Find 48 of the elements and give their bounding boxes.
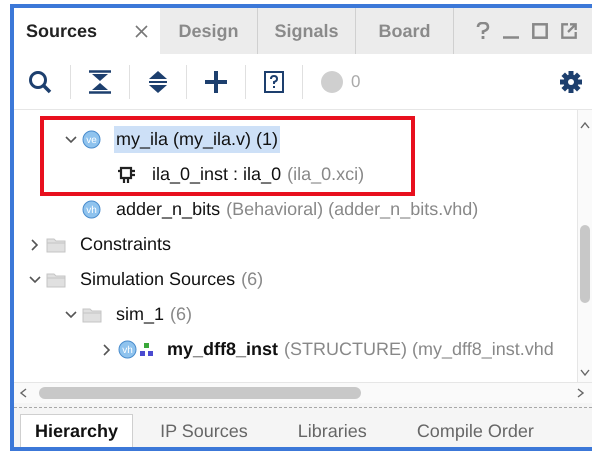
folder-icon [46, 236, 66, 252]
tree-item[interactable]: sim_1 [114, 301, 166, 328]
scroll-right-icon[interactable] [577, 388, 584, 398]
tab[interactable]: Libraries [282, 414, 382, 447]
scrollbar-thumb[interactable] [39, 387, 361, 399]
document-question-icon[interactable] [264, 70, 284, 92]
add-icon[interactable] [205, 70, 227, 92]
tab[interactable]: Compile Order [402, 414, 549, 447]
tree-item[interactable]: adder_n_bits [114, 196, 222, 223]
expand-all-icon[interactable] [148, 70, 168, 92]
source-file-icon: vh [82, 200, 101, 219]
source-file-icon: ve [82, 130, 101, 149]
message-count: 0 [351, 72, 360, 92]
search-icon[interactable] [28, 70, 52, 94]
chip-icon [118, 166, 136, 184]
tree-item[interactable]: Constraints [78, 231, 174, 258]
vhdl-file-icon: vh [118, 340, 137, 359]
tree-item[interactable]: my_dff8_inst [165, 336, 280, 363]
tab[interactable]: Sources [14, 8, 160, 54]
tree-item[interactable]: my_ila (my_ila.v) (1) [114, 126, 280, 153]
chevron-down-icon[interactable] [65, 136, 77, 144]
tree-item-detail: (ila_0.xci) [287, 164, 364, 185]
tree-item[interactable]: Simulation Sources [78, 266, 238, 293]
folder-icon [46, 272, 66, 288]
scroll-down-icon[interactable] [580, 369, 590, 376]
hierarchy-icon [140, 342, 154, 356]
tree-item-detail: (6) [170, 304, 192, 325]
close-icon[interactable] [135, 24, 148, 38]
tab[interactable]: Hierarchy [20, 414, 134, 447]
chevron-down-icon[interactable] [29, 276, 41, 284]
scrollbar-thumb[interactable] [580, 225, 590, 303]
settings-icon[interactable] [560, 70, 582, 92]
tree-item-detail: (STRUCTURE) (my_dff8_inst.vhd [284, 339, 554, 360]
tree-item-detail: (6) [241, 269, 264, 290]
tab[interactable]: IP Sources [145, 414, 263, 447]
chevron-right-icon[interactable] [31, 238, 39, 250]
tree-item-detail: (Behavioral) (adder_n_bits.vhd) [226, 199, 478, 220]
float-window-icon[interactable] [561, 23, 577, 39]
chevron-down-icon[interactable] [65, 310, 77, 318]
help-icon[interactable] [476, 22, 490, 40]
status-circle-icon [321, 70, 343, 92]
scroll-up-icon[interactable] [580, 122, 590, 129]
chevron-right-icon[interactable] [103, 344, 111, 356]
scroll-left-icon[interactable] [20, 388, 27, 398]
folder-icon [82, 306, 102, 322]
tree-item[interactable]: ila_0_inst : ila_0 [150, 161, 284, 188]
maximize-icon[interactable] [532, 23, 548, 39]
collapse-all-icon[interactable] [89, 70, 111, 94]
